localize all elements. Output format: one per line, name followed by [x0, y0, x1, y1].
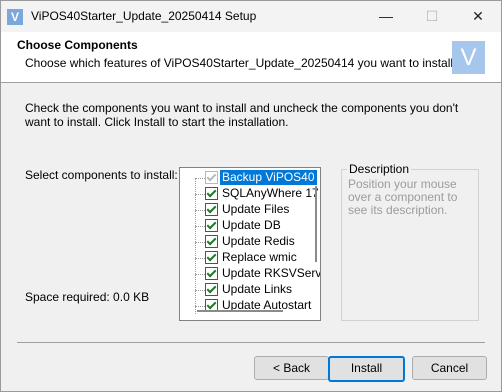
back-button[interactable]: < Back — [254, 356, 329, 380]
tree-horizontal-scrollbar[interactable] — [197, 310, 283, 312]
page-title: Choose Components — [17, 38, 138, 52]
cancel-button[interactable]: Cancel — [412, 356, 487, 380]
page-subtitle: Choose which features of ViPOS40Starter_… — [25, 56, 457, 70]
component-label[interactable]: Update Links — [220, 282, 294, 297]
setup-window: V ViPOS40Starter_Update_20250414 Setup —… — [0, 0, 502, 392]
component-label[interactable]: Replace wmic — [220, 250, 299, 265]
app-icon: V — [7, 9, 23, 25]
component-checkbox[interactable] — [205, 267, 218, 280]
minimize-button[interactable]: — — [363, 1, 409, 32]
description-text: Position your mouse over a component to … — [348, 177, 458, 217]
window-title: ViPOS40Starter_Update_20250414 Setup — [31, 9, 257, 23]
installer-logo: V — [452, 41, 485, 74]
component-checkbox[interactable] — [205, 251, 218, 264]
component-label[interactable]: SQLAnyWhere 17 — [220, 186, 320, 201]
tree-branch-line — [195, 258, 205, 259]
components-tree[interactable]: Backup ViPOS40 SQLAnyWhere 17 Update Files… — [179, 167, 321, 321]
component-label[interactable]: Update RKSVServi — [220, 266, 320, 281]
tree-branch-line — [195, 210, 205, 211]
space-required-text: Space required: 0.0 KB — [25, 290, 150, 304]
tree-vertical-scrollbar[interactable] — [315, 186, 317, 262]
install-button[interactable]: Install — [328, 356, 405, 382]
component-checkbox[interactable] — [205, 235, 218, 248]
tree-branch-line — [195, 194, 205, 195]
component-label[interactable]: Backup ViPOS40 — [220, 170, 317, 185]
component-checkbox[interactable] — [205, 187, 218, 200]
tree-branch-line — [195, 306, 205, 307]
description-title: Description — [347, 162, 412, 176]
instructions-text: Check the components you want to install… — [25, 101, 459, 129]
component-checkbox[interactable] — [205, 219, 218, 232]
component-checkbox[interactable] — [205, 283, 218, 296]
tree-branch-line — [195, 274, 205, 275]
component-checkbox[interactable] — [205, 203, 218, 216]
tree-branch-line — [195, 290, 205, 291]
component-label[interactable]: Update Files — [220, 202, 291, 217]
tree-branch-line — [195, 178, 205, 179]
footer-divider — [17, 342, 485, 343]
maximize-button: ☐ — [425, 8, 439, 24]
select-components-label: Select components to install: — [25, 168, 178, 182]
component-checkbox — [205, 171, 218, 184]
tree-connector-line — [195, 178, 196, 314]
page-header: Choose Components Choose which features … — [1, 32, 501, 83]
component-label[interactable]: Update Redis — [220, 234, 297, 249]
tree-branch-line — [195, 242, 205, 243]
tree-branch-line — [195, 226, 205, 227]
title-bar[interactable]: V ViPOS40Starter_Update_20250414 Setup —… — [1, 1, 501, 32]
close-button[interactable]: ✕ — [455, 1, 501, 32]
component-label[interactable]: Update DB — [220, 218, 283, 233]
